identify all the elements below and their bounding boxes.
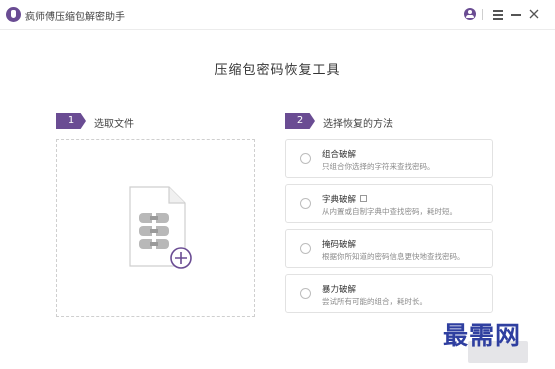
step-2-header: 2 选择恢复的方法 [285, 113, 485, 130]
minimize-button[interactable] [508, 6, 524, 22]
step-2-label: 选择恢复的方法 [323, 119, 393, 130]
dictionary-settings-icon[interactable] [360, 195, 368, 202]
user-account-button[interactable] [462, 6, 478, 22]
file-drop-zone[interactable] [56, 139, 255, 317]
method-combination[interactable]: 组合破解 只组合你选择的字符来查找密码。 [285, 139, 493, 178]
method-title: 字典破解 [322, 193, 368, 205]
titlebar-divider [482, 9, 483, 20]
method-radio[interactable] [300, 198, 311, 209]
step-1-header: 1 选取文件 [56, 113, 206, 130]
user-icon [464, 8, 476, 20]
method-brute-force[interactable]: 暴力破解 尝试所有可能的组合，耗时长。 [285, 274, 493, 313]
method-description: 只组合你选择的字符来查找密码。 [322, 162, 435, 171]
method-mask[interactable]: 掩码破解 根据你所知道的密码信息更快地查找密码。 [285, 229, 493, 268]
add-archive-file-icon [129, 186, 192, 269]
title-bar: 疯师傅压缩包解密助手 [0, 0, 555, 30]
method-radio[interactable] [300, 153, 311, 164]
method-title: 掩码破解 [322, 240, 357, 250]
method-description: 根据你所知道的密码信息更快地查找密码。 [322, 252, 465, 261]
method-dictionary[interactable]: 字典破解 从内置或自制字典中查找密码，耗时短。 [285, 184, 493, 223]
menu-button[interactable] [490, 6, 506, 22]
watermark-logo: 最需网 [443, 321, 522, 350]
minimize-icon [511, 14, 521, 16]
method-radio[interactable] [300, 243, 311, 254]
method-radio[interactable] [300, 288, 311, 299]
page-title: 压缩包密码恢复工具 [214, 63, 341, 78]
step-1-label: 选取文件 [94, 119, 134, 130]
app-logo-icon [6, 7, 21, 22]
method-description: 从内置或自制字典中查找密码，耗时短。 [322, 207, 457, 216]
step-2-badge: 2 [285, 113, 315, 129]
method-title: 组合破解 [322, 150, 357, 160]
close-icon [529, 9, 539, 19]
close-button[interactable] [526, 6, 542, 22]
step-1-badge: 1 [56, 113, 86, 129]
method-description: 尝试所有可能的组合，耗时长。 [322, 297, 427, 306]
method-title: 暴力破解 [322, 285, 357, 295]
hamburger-icon [493, 10, 503, 12]
window-title: 疯师傅压缩包解密助手 [25, 12, 125, 23]
